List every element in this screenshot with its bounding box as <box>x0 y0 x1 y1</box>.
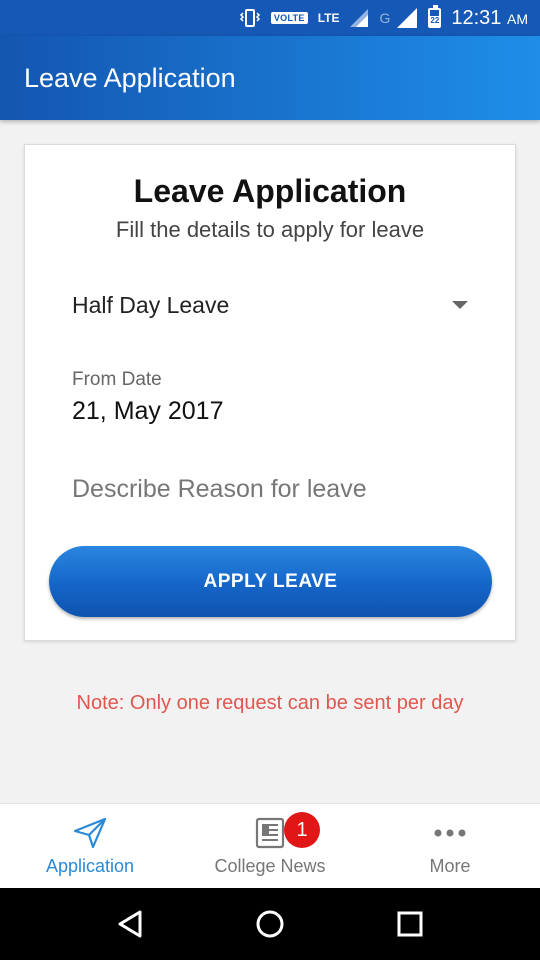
signal-icon-2 <box>396 7 418 29</box>
nav-label-college-news: College News <box>214 856 326 876</box>
nav-item-application[interactable]: Application <box>0 804 180 889</box>
battery-level: 22 <box>430 16 440 26</box>
apply-leave-button[interactable]: APPLY LEAVE <box>49 546 492 617</box>
nav-item-college-news[interactable]: 1 College News <box>180 804 360 889</box>
nav-label-more: More <box>429 856 471 876</box>
signal-icon <box>349 8 369 28</box>
back-icon[interactable] <box>100 894 160 954</box>
status-time-ampm: AM <box>507 10 528 27</box>
send-icon <box>73 816 107 850</box>
recents-icon[interactable] <box>380 894 440 954</box>
status-bar: VOLTE LTE G 22 12:31 AM <box>0 0 540 36</box>
from-date-label: From Date <box>72 369 162 390</box>
vibrate-icon <box>239 9 261 27</box>
note-text: Note: Only one request can be sent per d… <box>76 692 464 714</box>
bottom-nav: Application 1 College News More <box>0 803 540 889</box>
app-bar: Leave Application <box>0 36 540 120</box>
nav-item-more[interactable]: More <box>360 804 540 889</box>
status-time: 12:31 AM <box>451 7 528 30</box>
leave-type-select[interactable]: Half Day Leave <box>72 283 468 327</box>
home-icon[interactable] <box>240 894 300 954</box>
g-network-indicator: G <box>379 10 391 26</box>
volte-badge: VOLTE <box>270 12 308 24</box>
leave-form-card: Leave Application Fill the details to ap… <box>24 144 516 641</box>
form-subtitle: Fill the details to apply for leave <box>115 217 425 242</box>
battery-icon: 22 <box>428 5 442 28</box>
form-title: Leave Application <box>133 173 407 209</box>
from-date-field[interactable]: 21, May 2017 <box>72 397 224 426</box>
nav-label-application: Application <box>45 856 135 876</box>
leave-type-value: Half Day Leave <box>72 291 230 318</box>
more-dots-icon <box>433 816 467 850</box>
reason-input[interactable] <box>72 471 468 507</box>
lte-indicator: LTE <box>317 11 340 25</box>
app-bar-title: Leave Application <box>24 62 236 93</box>
newspaper-icon <box>253 816 287 850</box>
status-time-value: 12:31 <box>451 6 502 29</box>
dropdown-arrow-icon <box>452 301 468 309</box>
notification-badge: 1 <box>284 812 320 848</box>
system-nav-bar <box>0 888 540 960</box>
